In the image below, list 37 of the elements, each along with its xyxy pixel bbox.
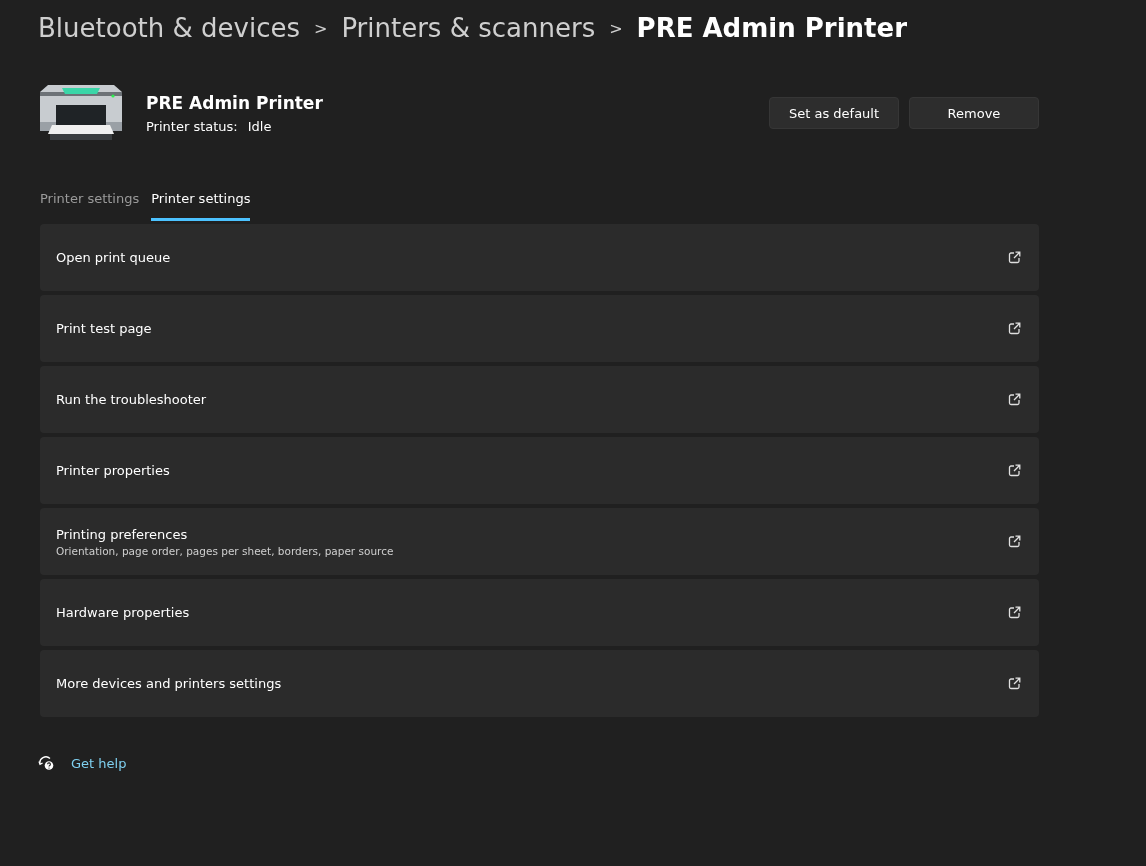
settings-row[interactable]: Run the troubleshooter bbox=[40, 366, 1039, 433]
settings-row[interactable]: Printing preferences Orientation, page order, pages per sheet, borders, paper source bbox=[40, 508, 1039, 575]
breadcrumb-separator: > bbox=[609, 18, 623, 38]
remove-button[interactable]: Remove bbox=[909, 97, 1039, 129]
settings-row[interactable]: Print test page bbox=[40, 295, 1039, 362]
external-link-icon bbox=[1008, 606, 1021, 619]
external-link-icon bbox=[1008, 535, 1021, 548]
external-link-icon bbox=[1008, 464, 1021, 477]
row-description: Orientation, page order, pages per sheet, borders, paper source bbox=[56, 544, 394, 557]
row-title: Print test page bbox=[56, 321, 152, 336]
settings-row[interactable]: More devices and printers settings bbox=[40, 650, 1039, 717]
breadcrumb-separator: > bbox=[313, 18, 328, 38]
row-title: Printer properties bbox=[56, 463, 170, 478]
page-title: PRE Admin Printer bbox=[636, 13, 907, 43]
breadcrumb-link[interactable]: Bluetooth & devices bbox=[38, 13, 300, 43]
printer-name: PRE Admin Printer bbox=[146, 92, 324, 113]
set-default-button[interactable]: Set as default bbox=[769, 97, 899, 129]
row-title: Hardware properties bbox=[56, 605, 190, 620]
row-title: More devices and printers settings bbox=[56, 676, 282, 691]
tab[interactable]: Printer settings bbox=[151, 191, 251, 221]
tab[interactable]: Printer settings bbox=[40, 191, 140, 221]
external-link-icon bbox=[1008, 322, 1021, 335]
settings-row[interactable]: Printer properties bbox=[40, 437, 1039, 504]
settings-row[interactable]: Hardware properties bbox=[40, 579, 1039, 646]
status-label: Printer status: bbox=[146, 118, 238, 134]
printer-icon bbox=[38, 85, 124, 141]
external-link-icon bbox=[1008, 677, 1021, 690]
row-title: Printing preferences bbox=[56, 526, 189, 542]
breadcrumb-link[interactable]: Printers & scanners bbox=[341, 13, 596, 43]
status-value: Idle bbox=[247, 118, 272, 134]
settings-row[interactable]: Open print queue bbox=[40, 224, 1039, 291]
external-link-icon bbox=[1008, 251, 1021, 264]
help-icon bbox=[38, 755, 55, 771]
row-title: Run the troubleshooter bbox=[56, 392, 207, 407]
get-help-link[interactable]: Get help bbox=[71, 755, 127, 771]
row-title: Open print queue bbox=[56, 250, 171, 265]
external-link-icon bbox=[1008, 393, 1021, 406]
